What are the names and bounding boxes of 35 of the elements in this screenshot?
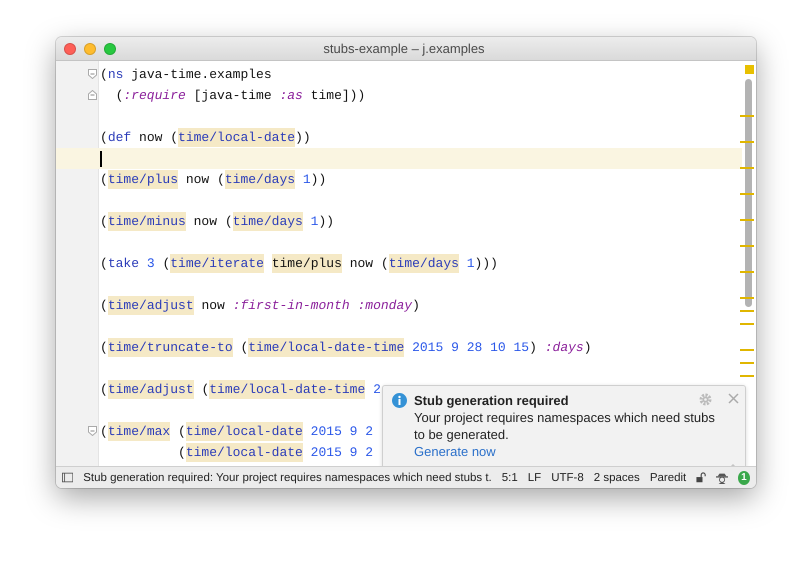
- status-item[interactable]: Paredit: [650, 472, 686, 484]
- code-line: (ns java-time.examples: [100, 66, 272, 84]
- generate-link[interactable]: Generate now: [414, 443, 496, 460]
- close-button[interactable]: [64, 42, 76, 54]
- notification-title: Stub generation required: [414, 392, 570, 409]
- code-line: (time/minus now (time/days 1)): [100, 211, 334, 232]
- window-title: stubs-example – j.examples: [322, 41, 486, 56]
- fold-icon[interactable]: [88, 69, 97, 79]
- inspector-icon[interactable]: [716, 470, 728, 484]
- code-line: (take 3 (time/iterate time/plus now (time/days 1))): [100, 253, 498, 274]
- settings-icon[interactable]: [699, 393, 712, 406]
- code-line: (time/plus now (time/days 1)): [100, 169, 326, 190]
- fold-icon[interactable]: [88, 426, 97, 436]
- zoom-button[interactable]: [104, 42, 116, 54]
- code-line: (time/adjust (time/local-date-time 2: [100, 379, 381, 400]
- fold-icon[interactable]: [88, 90, 97, 100]
- code-line: (time/local-date 2015 9 2: [177, 442, 374, 463]
- minimize-button[interactable]: [84, 42, 96, 54]
- panel-toggle-icon[interactable]: [62, 472, 74, 483]
- status-item[interactable]: UTF-8: [551, 472, 584, 484]
- code-line: (time/max (time/local-date 2015 9 2: [100, 421, 374, 442]
- code-line: (time/truncate-to (time/local-date-time 2015 9 28 10 15) :days): [100, 337, 592, 358]
- code-line: (def now (time/local-date)): [100, 127, 311, 148]
- status-item[interactable]: LF: [528, 472, 542, 484]
- code-line: (:require [java-time :as time])): [114, 87, 366, 105]
- status-message[interactable]: Stub generation required: Your project requires namespaces which need stubs t.: [83, 472, 492, 484]
- unlocked-icon[interactable]: [696, 471, 706, 484]
- notification-message: Your project requires namespaces which need stubs to be generated.: [414, 409, 716, 443]
- info-icon: [392, 393, 407, 408]
- code-line: (time/adjust now :first-in-month :monday): [100, 295, 420, 316]
- close-icon[interactable]: [728, 393, 739, 404]
- scrollbar-thumb[interactable]: [745, 79, 752, 307]
- text-cursor: [100, 150, 102, 166]
- status-item[interactable]: 2 spaces: [594, 472, 640, 484]
- status-item[interactable]: 5:1: [502, 472, 518, 484]
